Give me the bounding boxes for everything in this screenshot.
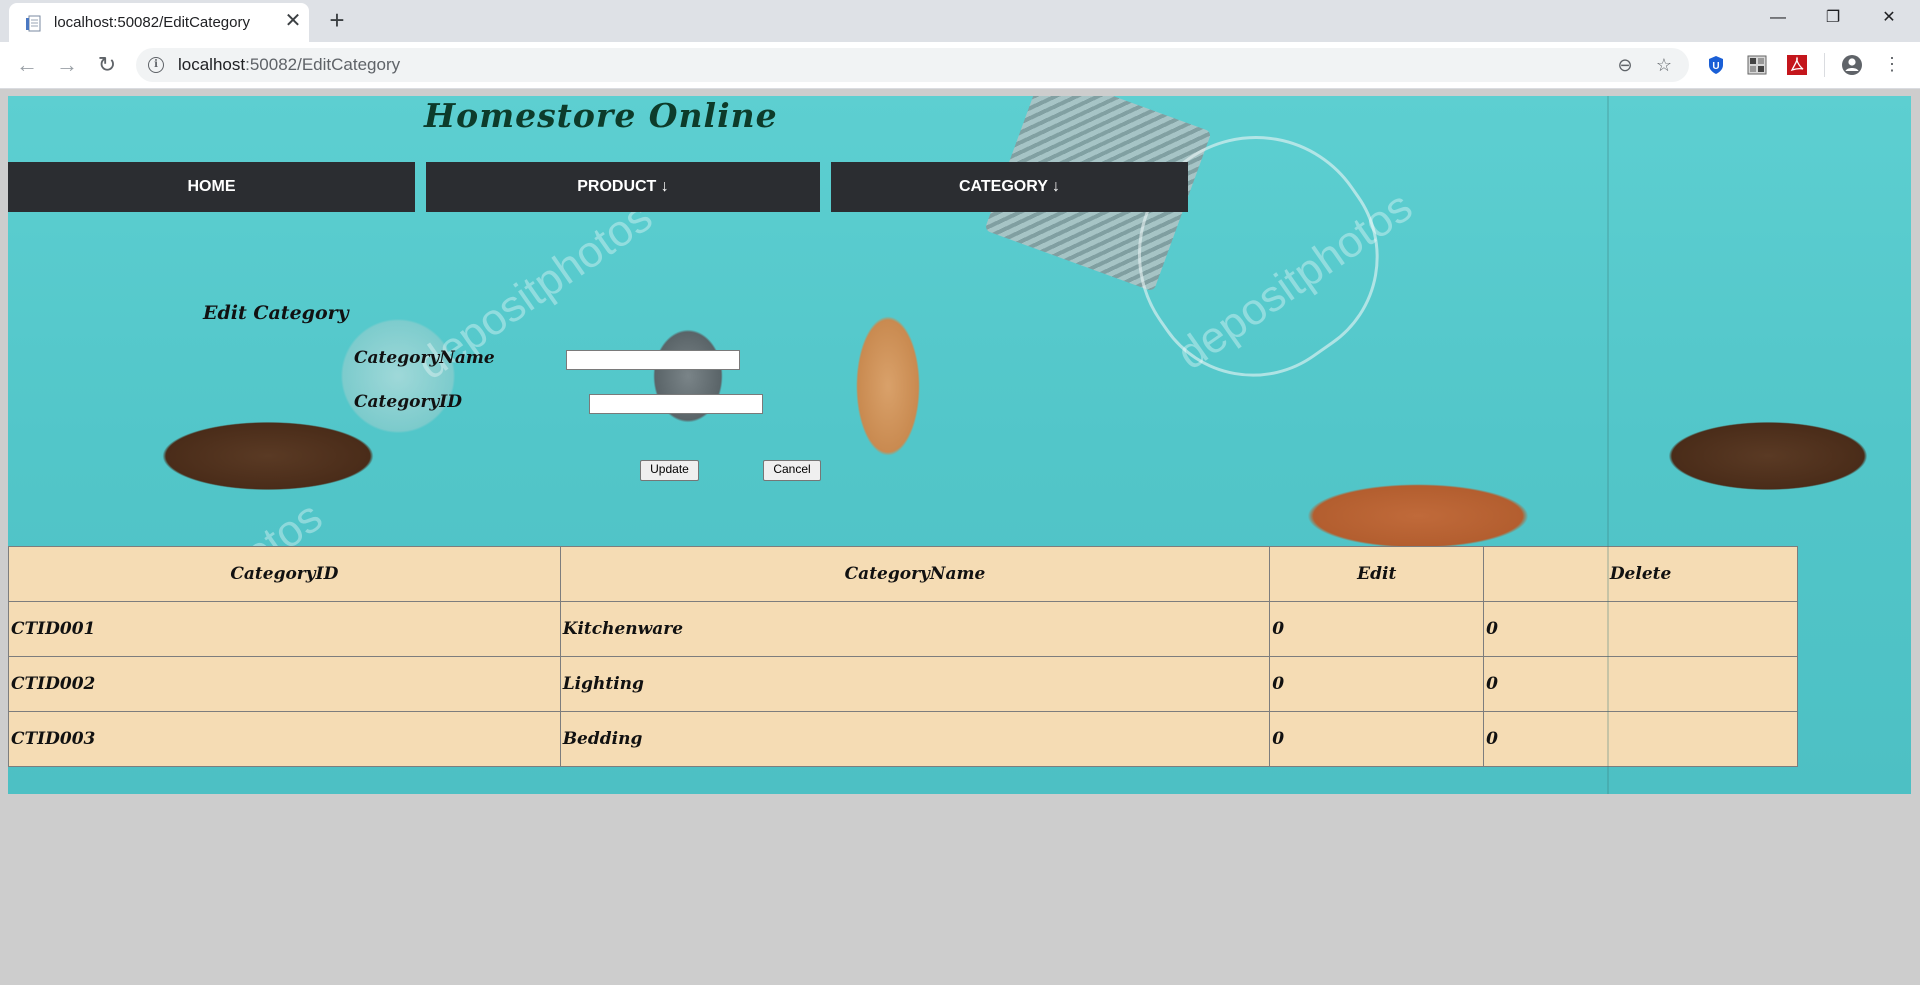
edit-cell[interactable]: 0 — [1269, 601, 1485, 657]
restore-icon[interactable]: ❐ — [1810, 0, 1856, 38]
nav-product[interactable]: PRODUCT ↓ — [426, 162, 820, 212]
table-row: CTID001 Kitchenware 0 0 — [8, 601, 1798, 657]
tab-title: localhost:50082/EditCategory — [54, 14, 250, 31]
url-text[interactable]: localhost:50082/EditCategory — [178, 55, 400, 75]
page-content: depositphotos depositphotos depositphoto… — [8, 96, 1911, 794]
info-icon[interactable]: i — [148, 57, 164, 73]
browser-toolbar: ← → ↻ i localhost:50082/EditCategory ⊖ ☆… — [0, 42, 1920, 89]
category-id-cell: CTID001 — [8, 601, 561, 657]
category-id-cell: CTID002 — [8, 656, 561, 712]
nav-category[interactable]: CATEGORY ↓ — [831, 162, 1188, 212]
category-name-input[interactable] — [566, 350, 740, 370]
category-table: CategoryID CategoryName Edit Delete CTID… — [8, 546, 1798, 767]
star-icon[interactable]: ☆ — [1652, 53, 1676, 77]
page-favicon-icon — [26, 15, 41, 32]
delete-cell[interactable]: 0 — [1483, 601, 1798, 657]
back-icon[interactable]: ← — [12, 50, 42, 80]
zoom-out-icon[interactable]: ⊖ — [1613, 53, 1637, 77]
reload-icon[interactable]: ↻ — [92, 50, 122, 80]
column-header-delete: Delete — [1483, 546, 1798, 602]
table-header-row: CategoryID CategoryName Edit Delete — [8, 546, 1798, 602]
browser-tab[interactable]: localhost:50082/EditCategory ✕ — [9, 3, 309, 42]
category-name-cell: Kitchenware — [559, 601, 1271, 657]
delete-cell[interactable]: 0 — [1483, 656, 1798, 712]
close-window-icon[interactable]: ✕ — [1866, 0, 1912, 38]
browser-titlebar: localhost:50082/EditCategory ✕ + — ❐ ✕ — [0, 0, 1920, 42]
cancel-button[interactable]: Cancel — [763, 460, 821, 481]
update-button[interactable]: Update — [640, 460, 699, 481]
nav-home[interactable]: HOME — [8, 162, 415, 212]
form-heading: Edit Category — [203, 302, 349, 324]
toolbar-divider — [1824, 53, 1825, 77]
pdf-extension-icon[interactable] — [1786, 54, 1808, 76]
plus-icon[interactable]: + — [323, 6, 351, 34]
table-row: CTID002 Lighting 0 0 — [8, 656, 1798, 712]
edit-cell[interactable]: 0 — [1269, 656, 1485, 712]
category-id-cell: CTID003 — [8, 711, 561, 767]
category-id-input[interactable] — [589, 394, 763, 414]
minimize-icon[interactable]: — — [1755, 0, 1801, 38]
category-name-label: CategoryName — [354, 348, 495, 368]
close-tab-icon[interactable]: ✕ — [281, 9, 305, 33]
delete-cell[interactable]: 0 — [1483, 711, 1798, 767]
category-id-label: CategoryID — [354, 392, 462, 412]
column-header-category-name: CategoryName — [559, 546, 1271, 602]
menu-icon[interactable]: ⋮ — [1880, 52, 1904, 76]
forward-icon[interactable]: → — [52, 50, 82, 80]
address-bar[interactable]: i localhost:50082/EditCategory ⊖ ☆ — [136, 48, 1689, 82]
category-name-cell: Bedding — [559, 711, 1271, 767]
table-row: CTID003 Bedding 0 0 — [8, 711, 1798, 767]
svg-text:U: U — [1712, 61, 1719, 72]
grid-extension-icon[interactable] — [1746, 54, 1768, 76]
shield-extension-icon[interactable]: U — [1705, 54, 1727, 76]
edit-cell[interactable]: 0 — [1269, 711, 1485, 767]
account-icon[interactable] — [1841, 54, 1863, 76]
column-header-edit: Edit — [1269, 546, 1485, 602]
site-title: Homestore Online — [424, 96, 778, 135]
category-name-cell: Lighting — [559, 656, 1271, 712]
column-header-category-id: CategoryID — [8, 546, 561, 602]
